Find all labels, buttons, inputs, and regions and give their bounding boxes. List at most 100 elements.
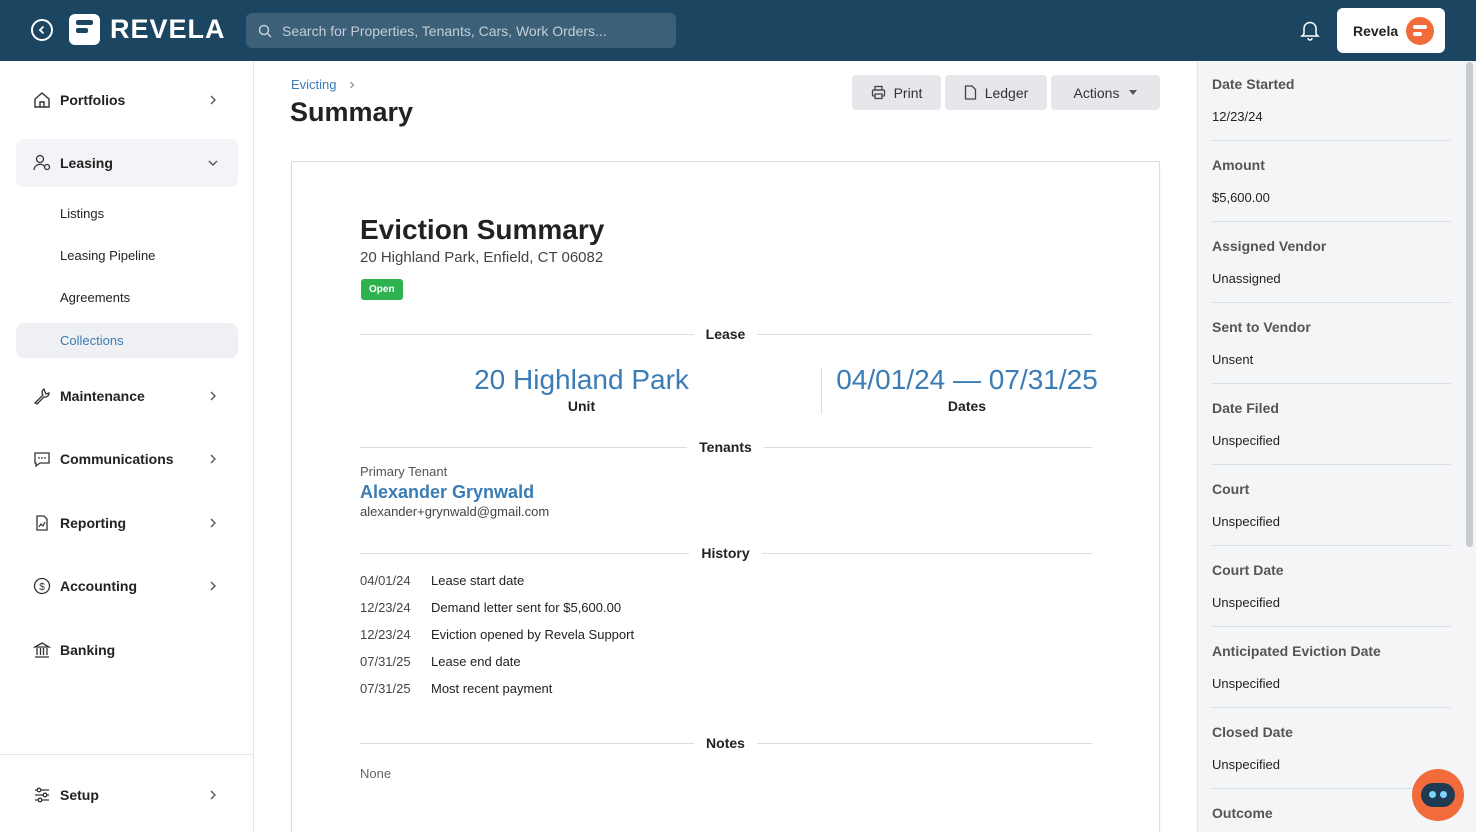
lease-unit: 20 Highland Park Unit bbox=[360, 362, 803, 414]
back-button[interactable] bbox=[31, 19, 53, 41]
sidebar-item-label: Maintenance bbox=[60, 388, 145, 404]
eviction-title: Eviction Summary bbox=[360, 214, 605, 245]
assistant-bot-button[interactable] bbox=[1412, 769, 1464, 821]
sidebar-item-leasing[interactable]: Leasing bbox=[16, 139, 238, 187]
sidebar-item-banking[interactable]: Banking bbox=[16, 626, 238, 674]
detail-value: $5,600.00 bbox=[1212, 190, 1270, 205]
chevron-right-icon bbox=[210, 95, 216, 105]
chevron-right-icon bbox=[210, 391, 216, 401]
history-row: 12/23/24 Eviction opened by Revela Suppor… bbox=[360, 627, 634, 642]
sidebar-item-label: Portfolios bbox=[60, 92, 126, 108]
sidebar-item-portfolios[interactable]: Portfolios bbox=[16, 76, 238, 124]
detail-divider bbox=[1212, 626, 1451, 627]
actions-label: Actions bbox=[1073, 84, 1120, 101]
history-date: 04/01/24 bbox=[360, 573, 411, 588]
sidebar-item-label: Accounting bbox=[60, 578, 137, 594]
detail-date-filed: Date Filed Unspecified bbox=[1212, 400, 1451, 448]
main-content: Evicting Summary Print Ledger Actions Ev… bbox=[254, 61, 1197, 832]
sidebar-subitem-listings[interactable]: Listings bbox=[16, 196, 238, 231]
chevron-right-icon bbox=[210, 581, 216, 591]
report-icon bbox=[32, 513, 52, 533]
sidebar-item-accounting[interactable]: $ Accounting bbox=[16, 562, 238, 610]
tenant-email: alexander+grynwald@gmail.com bbox=[360, 504, 550, 519]
chevron-right-icon bbox=[210, 518, 216, 528]
search-input[interactable] bbox=[282, 22, 662, 39]
eviction-summary-card: Eviction Summary 20 Highland Park, Enfie… bbox=[291, 161, 1160, 832]
sidebar-divider bbox=[0, 754, 254, 755]
bell-icon[interactable] bbox=[1299, 19, 1321, 41]
section-header-tenants: Tenants bbox=[292, 439, 1159, 455]
detail-court-date: Court Date Unspecified bbox=[1212, 562, 1451, 610]
app-logo[interactable]: REVELA bbox=[69, 14, 226, 45]
global-search[interactable] bbox=[246, 13, 676, 48]
history-date: 12/23/24 bbox=[360, 600, 411, 615]
history-event: Lease start date bbox=[431, 573, 525, 588]
printer-icon bbox=[871, 85, 886, 100]
search-icon bbox=[258, 24, 272, 38]
sidebar-item-label: Banking bbox=[60, 642, 116, 658]
detail-assigned-vendor: Assigned Vendor Unassigned bbox=[1212, 238, 1451, 286]
ledger-button[interactable]: Ledger bbox=[945, 75, 1047, 110]
sidebar-item-label: Leasing bbox=[60, 155, 113, 171]
home-icon bbox=[32, 90, 52, 110]
top-bar: REVELA Revela bbox=[0, 0, 1476, 61]
notes-value: None bbox=[360, 766, 392, 781]
history-event: Lease end date bbox=[431, 654, 521, 669]
sidebar-item-label: Setup bbox=[60, 787, 99, 803]
sidebar-item-maintenance[interactable]: Maintenance bbox=[16, 372, 238, 420]
revela-avatar-icon bbox=[1406, 16, 1435, 45]
user-menu-button[interactable]: Revela bbox=[1337, 8, 1445, 53]
tenant-name-link[interactable]: Alexander Grynwald bbox=[360, 482, 534, 503]
print-button[interactable]: Print bbox=[852, 75, 941, 110]
section-label: Notes bbox=[694, 735, 757, 751]
history-date: 07/31/25 bbox=[360, 654, 411, 669]
section-header-history: History bbox=[292, 545, 1159, 561]
lease-unit-value[interactable]: 20 Highland Park bbox=[360, 362, 803, 398]
document-icon bbox=[964, 85, 977, 100]
section-label: Lease bbox=[693, 326, 758, 342]
detail-value: Unspecified bbox=[1212, 433, 1280, 448]
sliders-icon bbox=[32, 785, 52, 805]
sidebar-item-reporting[interactable]: Reporting bbox=[16, 499, 238, 547]
sidebar-subitem-collections[interactable]: Collections bbox=[16, 323, 238, 358]
bank-icon bbox=[32, 640, 52, 660]
breadcrumb-link[interactable]: Evicting bbox=[291, 77, 337, 92]
detail-label: Court Date bbox=[1212, 562, 1284, 578]
detail-divider bbox=[1212, 464, 1451, 465]
history-date: 12/23/24 bbox=[360, 627, 411, 642]
sidebar-subitem-leasing-pipeline[interactable]: Leasing Pipeline bbox=[16, 238, 238, 273]
robot-icon bbox=[1421, 783, 1455, 807]
detail-value: Unassigned bbox=[1212, 271, 1281, 286]
breadcrumb: Evicting bbox=[291, 77, 357, 92]
chevron-right-icon bbox=[349, 81, 354, 88]
detail-closed-date: Closed Date Unspecified bbox=[1212, 724, 1451, 772]
detail-label: Anticipated Eviction Date bbox=[1212, 643, 1381, 659]
page-title: Summary bbox=[290, 97, 414, 127]
sidebar-item-communications[interactable]: Communications bbox=[16, 435, 238, 483]
detail-label: Date Started bbox=[1212, 76, 1295, 92]
sidebar: Portfolios Leasing Listings Leasing Pipe… bbox=[0, 61, 254, 832]
section-label: Tenants bbox=[687, 439, 764, 455]
sidebar-item-label: Communications bbox=[60, 451, 174, 467]
actions-dropdown[interactable]: Actions bbox=[1051, 75, 1160, 110]
status-badge: Open bbox=[361, 279, 403, 300]
detail-date-started: Date Started 12/23/24 bbox=[1212, 76, 1451, 124]
details-scrollbar[interactable] bbox=[1466, 62, 1473, 547]
history-row: 07/31/25 Lease end date bbox=[360, 654, 521, 669]
detail-court: Court Unspecified bbox=[1212, 481, 1451, 529]
detail-label: Amount bbox=[1212, 157, 1265, 173]
svg-text:$: $ bbox=[39, 582, 45, 593]
eviction-address: 20 Highland Park, Enfield, CT 06082 bbox=[360, 249, 604, 266]
detail-amount: Amount $5,600.00 bbox=[1212, 157, 1451, 205]
history-row: 12/23/24 Demand letter sent for $5,600.00 bbox=[360, 600, 621, 615]
details-panel: Date Started 12/23/24 Amount $5,600.00 Ass… bbox=[1197, 61, 1476, 832]
detail-value: Unsent bbox=[1212, 352, 1254, 367]
section-header-notes: Notes bbox=[292, 735, 1159, 751]
sidebar-subitem-agreements[interactable]: Agreements bbox=[16, 280, 238, 315]
detail-label: Assigned Vendor bbox=[1212, 238, 1327, 254]
detail-label: Closed Date bbox=[1212, 724, 1293, 740]
sidebar-item-setup[interactable]: Setup bbox=[16, 771, 238, 819]
section-header-lease: Lease bbox=[292, 326, 1159, 342]
detail-value: Unspecified bbox=[1212, 757, 1280, 772]
chevron-left-icon bbox=[38, 25, 45, 35]
